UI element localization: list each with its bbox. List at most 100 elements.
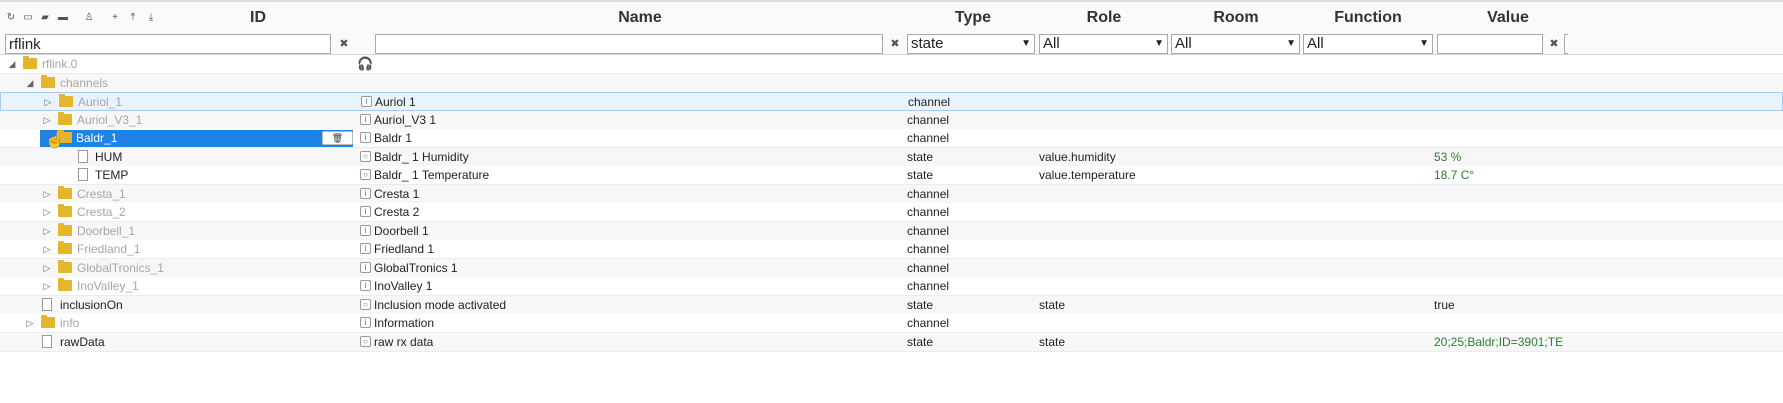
tree-row-name: Auriol_V3 1 — [374, 113, 437, 127]
download-icon[interactable]: ⤓ — [144, 11, 158, 25]
upload-icon[interactable]: ⤒ — [126, 11, 140, 25]
tree-row-value[interactable]: 20;25;Baldr;ID=3901;TE — [1434, 333, 1564, 351]
tree-row-id: Auriol_V3_1 — [77, 113, 143, 127]
file-icon — [78, 168, 88, 181]
column-header-type[interactable]: Type — [946, 9, 1000, 27]
tree-row-id: InoValley_1 — [77, 279, 139, 293]
tree-row-type: channel — [907, 316, 950, 330]
role-filter-select[interactable]: All ▼ — [1039, 34, 1168, 54]
folder-icon — [58, 241, 72, 254]
tree-row-id: Doorbell_1 — [77, 224, 136, 238]
column-header-role[interactable]: Role — [1080, 9, 1128, 27]
tree-row-type: channel — [907, 242, 950, 256]
collapse-toggle-icon[interactable]: ◢ — [6, 55, 18, 73]
chevron-down-icon: ▼ — [1154, 38, 1164, 49]
column-header-function[interactable]: Function — [1330, 9, 1406, 27]
grid-header: ↻ ▭ ▰ ▬ ♙ + ⤒ ⤓ ID Name Type Role Room F… — [0, 2, 1783, 54]
folder-open-icon[interactable]: ▰ — [38, 11, 52, 25]
channel-icon: i — [360, 188, 371, 199]
expand-toggle-icon[interactable]: ▷ — [41, 185, 53, 203]
tree-row[interactable]: ▷ GlobalTronics_1 i GlobalTronics 1 chan… — [0, 259, 1783, 278]
tree-row-name: Baldr_ 1 Humidity — [374, 150, 469, 164]
collapse-icon[interactable]: ▭ — [21, 11, 35, 25]
tree-row-name: Auriol 1 — [375, 95, 416, 109]
folder-icon — [58, 260, 72, 273]
function-filter-select[interactable]: All ▼ — [1303, 34, 1433, 54]
clear-id-filter-icon[interactable]: ✖ — [337, 36, 351, 52]
tree-row-id: Auriol_1 — [78, 95, 123, 109]
tree-row-type: state — [907, 335, 934, 349]
adapter-icon: 🎧 — [357, 56, 374, 71]
tree-row-name: Baldr 1 — [374, 131, 413, 145]
expand-toggle-icon[interactable]: ▷ — [41, 111, 53, 129]
tree-row-value[interactable]: 53 % — [1434, 148, 1461, 166]
folder-icon — [41, 315, 55, 328]
expand-toggle-icon[interactable]: ▷ — [42, 93, 54, 111]
clear-value-filter-icon[interactable]: ✖ — [1547, 36, 1561, 52]
expand-toggle-icon[interactable]: ▷ — [41, 222, 53, 240]
tree-row-id: Baldr_1 — [76, 131, 118, 145]
folder-icon — [58, 278, 72, 291]
user-icon[interactable]: ♙ — [82, 11, 96, 25]
folder-icon[interactable]: ▬ — [56, 11, 70, 25]
tree-row[interactable]: ▷ Cresta_2 i Cresta 2 channel — [0, 203, 1783, 222]
chevron-down-icon: ▼ — [1419, 38, 1429, 49]
clear-name-filter-icon[interactable]: ✖ — [888, 36, 902, 52]
column-header-value[interactable]: Value — [1478, 9, 1538, 27]
room-filter-select[interactable]: All ▼ — [1171, 34, 1300, 54]
expand-toggle-icon[interactable]: ▷ — [41, 203, 53, 221]
chevron-down-icon: ▼ — [1021, 38, 1031, 49]
room-filter-value: All — [1175, 35, 1192, 52]
tree-row-selected[interactable]: Baldr_1 🗑 i Baldr 1 channel — [0, 129, 1783, 148]
tree-row[interactable]: ▷ Auriol_1 i Auriol 1 channel — [0, 92, 1783, 111]
column-header-name[interactable]: Name — [600, 9, 680, 27]
tree-row-root[interactable]: ◢ rflink.0 🎧 — [0, 55, 1783, 74]
expand-toggle-icon[interactable]: ▷ — [41, 240, 53, 258]
delete-button[interactable]: 🗑 — [322, 131, 353, 145]
tree-row-type: channel — [907, 187, 950, 201]
column-header-id[interactable]: ID — [240, 9, 276, 27]
channel-icon: i — [360, 243, 371, 254]
tree-empty-area — [0, 352, 1783, 403]
tree-row-type: channel — [907, 224, 950, 238]
tree-row[interactable]: rawData ○ raw rx data state state 20;25;… — [0, 333, 1783, 352]
tree-row[interactable]: ▷ Auriol_V3_1 i Auriol_V3 1 channel — [0, 111, 1783, 130]
tree-row[interactable]: TEMP ○ Baldr_ 1 Temperature state value.… — [0, 166, 1783, 185]
expand-toggle-icon[interactable]: ▷ — [41, 277, 53, 295]
tree-row-name: InoValley 1 — [374, 279, 433, 293]
tree-row-id: TEMP — [95, 168, 129, 182]
tree-row-type: state — [907, 150, 934, 164]
expand-toggle-icon[interactable]: ▷ — [24, 314, 36, 332]
tree-row[interactable]: ▷ Doorbell_1 i Doorbell 1 channel — [0, 222, 1783, 241]
tree-row[interactable]: ▷ Friedland_1 i Friedland 1 channel — [0, 240, 1783, 259]
tree-row-type: channel — [907, 279, 950, 293]
value-filter-input[interactable] — [1437, 34, 1543, 54]
tree-row-type: channel — [908, 95, 951, 109]
tree-row-role: value.temperature — [1039, 168, 1136, 182]
column-header-room[interactable]: Room — [1210, 9, 1262, 27]
tree-row[interactable]: ▷ info i Information channel — [0, 314, 1783, 333]
name-filter-input[interactable] — [375, 34, 883, 54]
tree-row-value[interactable]: 18.7 C° — [1434, 166, 1474, 184]
type-filter-value: state — [911, 35, 944, 52]
tree-row-name: GlobalTronics 1 — [374, 261, 458, 275]
tree-row-id: rflink.0 — [42, 57, 78, 71]
refresh-icon[interactable]: ↻ — [4, 11, 18, 25]
tree-row-role: state — [1039, 298, 1066, 312]
add-icon[interactable]: + — [108, 11, 122, 25]
tree-row-role: state — [1039, 335, 1066, 349]
tree-row-channels[interactable]: ◢ channels — [0, 74, 1783, 93]
tree-row[interactable]: ▷ Cresta_1 i Cresta 1 channel — [0, 185, 1783, 204]
type-filter-select[interactable]: state ▼ — [907, 34, 1035, 54]
tree-row[interactable]: inclusionOn ○ Inclusion mode activated s… — [0, 296, 1783, 315]
id-filter-input[interactable] — [5, 34, 331, 54]
tree-row-type: channel — [907, 113, 950, 127]
tree-row[interactable]: ▷ InoValley_1 i InoValley 1 channel — [0, 277, 1783, 296]
overflow-column-edge — [1564, 34, 1568, 54]
tree-row[interactable]: HUM ○ Baldr_ 1 Humidity state value.humi… — [0, 148, 1783, 167]
channel-icon: i — [361, 96, 372, 107]
expand-toggle-icon[interactable]: ▷ — [41, 259, 53, 277]
collapse-toggle-icon[interactable]: ◢ — [24, 74, 36, 92]
tree-row-type: state — [907, 168, 934, 182]
tree-row-value[interactable]: true — [1434, 296, 1455, 314]
